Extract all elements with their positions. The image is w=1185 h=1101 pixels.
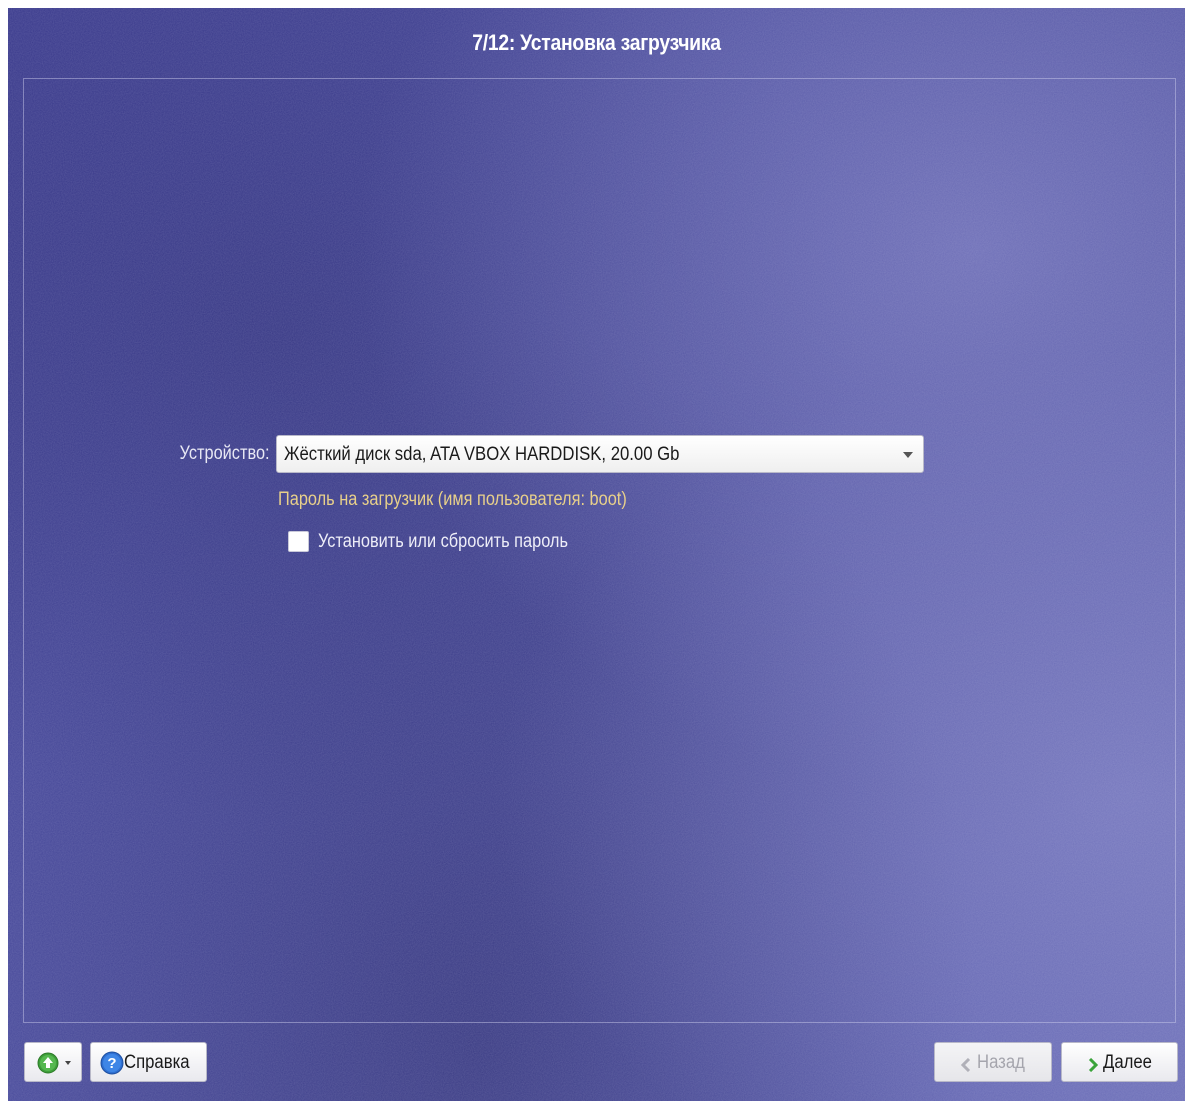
chevron-left-icon — [960, 1056, 971, 1078]
installer-window: 7/12: Установка загрузчика Устройство: Ж… — [8, 8, 1185, 1101]
help-button-label: Справка — [124, 1052, 190, 1073]
device-select[interactable]: Жёсткий диск sda, ATA VBOX HARDDISK, 20.… — [276, 435, 924, 473]
next-button-label: Далее — [1103, 1052, 1152, 1073]
green-circle-arrow-icon — [37, 1052, 59, 1080]
dropdown-arrow-icon — [903, 452, 913, 458]
device-select-value: Жёсткий диск sda, ATA VBOX HARDDISK, 20.… — [284, 444, 680, 465]
password-caption: Пароль на загрузчик (имя пользователя: b… — [278, 489, 627, 510]
device-label: Устройство: — [179, 443, 270, 464]
menu-button[interactable] — [24, 1042, 82, 1082]
svg-text:?: ? — [107, 1055, 116, 1072]
help-button[interactable]: ? Справка — [90, 1042, 207, 1082]
help-question-icon: ? — [100, 1051, 124, 1081]
back-button[interactable]: Назад — [934, 1042, 1052, 1082]
page-title: 7/12: Установка загрузчика — [472, 30, 721, 55]
set-password-checkbox[interactable] — [288, 531, 309, 552]
next-button[interactable]: Далее — [1061, 1042, 1178, 1082]
back-button-label: Назад — [977, 1052, 1025, 1073]
set-password-checkbox-label[interactable]: Установить или сбросить пароль — [318, 531, 568, 553]
chevron-right-icon — [1088, 1056, 1099, 1078]
chevron-down-icon — [65, 1061, 71, 1065]
content-frame — [23, 78, 1176, 1023]
